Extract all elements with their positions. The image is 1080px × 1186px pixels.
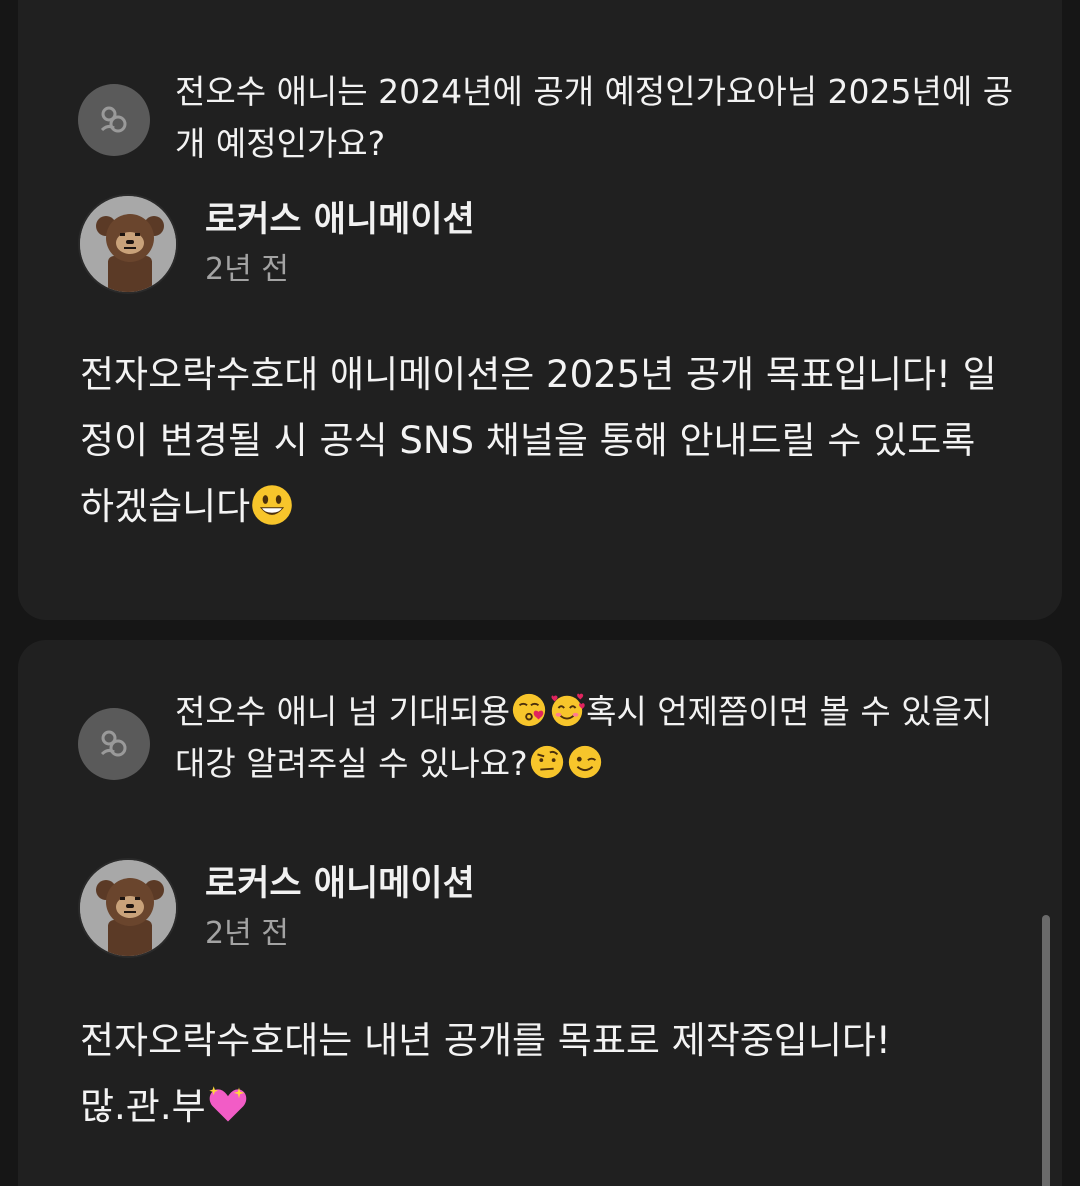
author-avatar[interactable] — [78, 858, 178, 958]
sparkling-heart-emoji — [208, 1086, 246, 1122]
kissing-heart-emoji — [512, 693, 546, 727]
bear-avatar-icon — [80, 860, 176, 956]
author-avatar[interactable] — [78, 194, 178, 294]
reply-text: 전자오락수호대는 내년 공개를 목표로 제작중입니다! — [80, 1019, 891, 1062]
reply-timestamp: 2년 전 — [205, 916, 289, 951]
reply-body: 전자오락수호대 애니메이션은 2025년 공개 목표입니다! 일정이 변경될 시… — [80, 342, 1010, 540]
anonymous-user-icon — [100, 106, 127, 133]
author-name[interactable]: 로커스 애니메이션 — [205, 860, 475, 908]
reply-body: 전자오락수호대는 내년 공개를 목표로 제작중입니다! 많.관.부 — [80, 1008, 1010, 1140]
reply-text-line: 많.관.부 — [80, 1074, 1010, 1140]
comment-card: 전오수 애니는 2024년에 공개 예정인가요아님 2025년에 공개 예정인가… — [18, 0, 1062, 620]
bear-avatar-icon — [80, 196, 176, 292]
comment-thread-page: 전오수 애니는 2024년에 공개 예정인가요아님 2025년에 공개 예정인가… — [0, 0, 1080, 1186]
raised-eyebrow-emoji — [530, 745, 563, 779]
grinning-face-emoji — [252, 485, 293, 525]
reply-text: 전자오락수호대 애니메이션은 2025년 공개 목표입니다! 일정이 변경될 시… — [80, 353, 997, 528]
question-text: 전오수 애니 넘 기대되용 혹시 언제쯤이면 볼 수 있을지 대강 알려주실 수… — [175, 686, 1015, 790]
scrollbar[interactable] — [1042, 915, 1050, 1186]
author-name[interactable]: 로커스 애니메이션 — [205, 196, 475, 244]
anonymous-avatar[interactable] — [78, 84, 150, 156]
comment-card: 전오수 애니 넘 기대되용 혹시 언제쯤이면 볼 수 있을지 대강 알려주실 수… — [18, 640, 1062, 1186]
reply-text: 많.관.부 — [80, 1085, 206, 1128]
reply-timestamp: 2년 전 — [205, 252, 289, 287]
smiling-hearts-emoji — [551, 693, 585, 727]
question-text-part: 전오수 애니 넘 기대되용 — [175, 692, 511, 731]
anonymous-avatar[interactable] — [78, 708, 150, 780]
anonymous-user-icon — [100, 730, 127, 757]
winking-emoji — [568, 745, 601, 779]
question-text: 전오수 애니는 2024년에 공개 예정인가요아님 2025년에 공개 예정인가… — [175, 72, 1014, 163]
reply-header: 로커스 애니메이션 2년 전 — [18, 194, 1062, 304]
reply-header: 로커스 애니메이션 2년 전 — [18, 858, 1062, 968]
